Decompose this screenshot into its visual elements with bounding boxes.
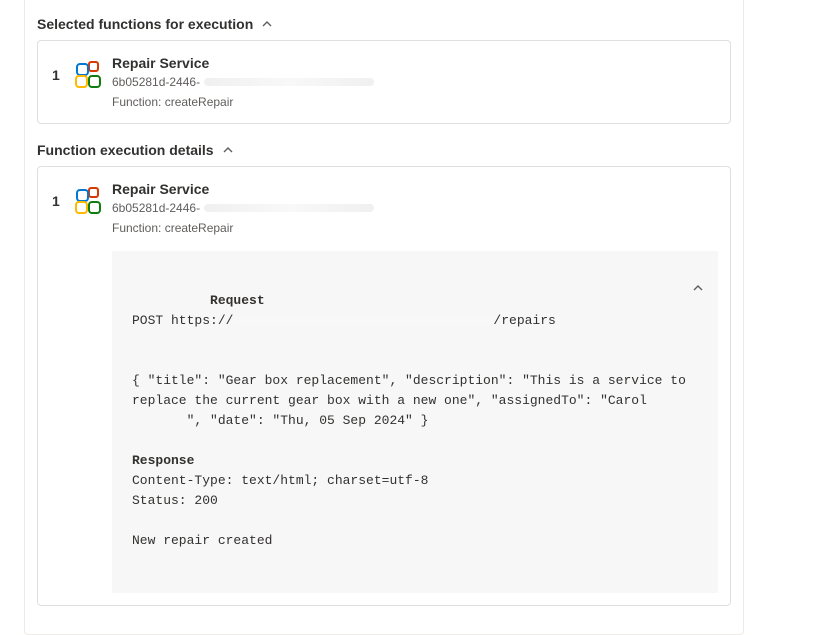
function-row: 1 Repair Service 6b05281d-2446- Function… [52, 53, 718, 111]
execution-details-title: Function execution details [37, 142, 214, 158]
app-logo-icon [74, 187, 102, 215]
function-name-label: Function: createRepair [112, 93, 718, 111]
response-body: New repair created [132, 533, 272, 548]
function-service-id: 6b05281d-2446- [112, 73, 718, 91]
request-heading: Request [210, 293, 265, 308]
function-index: 1 [52, 179, 66, 209]
request-body: { "title": "Gear box replacement", "desc… [132, 373, 694, 428]
selected-functions-header[interactable]: Selected functions for execution [37, 6, 731, 40]
execution-panel: Selected functions for execution 1 Repai… [24, 0, 744, 635]
chevron-up-icon [222, 144, 234, 156]
redacted-id-suffix [204, 78, 374, 86]
response-status: Status: 200 [132, 493, 218, 508]
chevron-up-icon[interactable] [598, 261, 704, 321]
redacted-host [233, 316, 493, 326]
request-method-url-prefix: POST https:// [132, 313, 233, 328]
request-path-suffix: /repairs [493, 313, 555, 328]
function-meta: Repair Service 6b05281d-2446- Function: … [112, 179, 718, 593]
function-service-id: 6b05281d-2446- [112, 199, 718, 217]
function-id-prefix: 6b05281d-2446- [112, 199, 200, 217]
app-logo-icon [74, 61, 102, 89]
function-meta: Repair Service 6b05281d-2446- Function: … [112, 53, 718, 111]
selected-function-card: 1 Repair Service 6b05281d-2446- Function… [37, 40, 731, 124]
function-name-label: Function: createRepair [112, 219, 718, 237]
function-service-name: Repair Service [112, 179, 718, 199]
function-id-prefix: 6b05281d-2446- [112, 73, 200, 91]
execution-details-header[interactable]: Function execution details [37, 132, 731, 166]
request-response-block: Request POST https:// /repairs { "title":… [112, 251, 718, 593]
response-heading: Response [132, 453, 194, 468]
selected-functions-title: Selected functions for execution [37, 16, 253, 32]
response-content-type: Content-Type: text/html; charset=utf-8 [132, 473, 428, 488]
function-row: 1 Repair Service 6b05281d-2446- Function… [52, 179, 718, 593]
function-index: 1 [52, 53, 66, 83]
function-service-name: Repair Service [112, 53, 718, 73]
execution-detail-card: 1 Repair Service 6b05281d-2446- Function… [37, 166, 731, 606]
redacted-id-suffix [204, 204, 374, 212]
chevron-up-icon [261, 18, 273, 30]
